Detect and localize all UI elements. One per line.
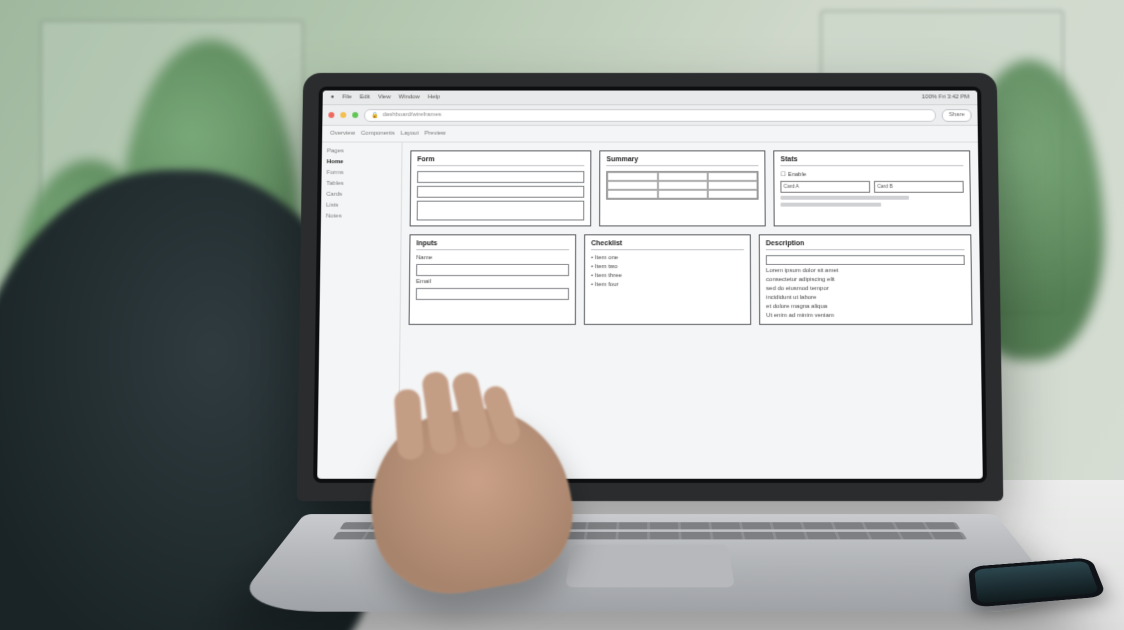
tab[interactable]: Layout	[401, 131, 419, 137]
wf-card-inputs[interactable]: Inputs Name Email	[409, 234, 577, 325]
sidebar-item[interactable]: Cards	[326, 192, 396, 198]
sidebar-item[interactable]: Tables	[326, 181, 396, 187]
tab[interactable]: Overview	[330, 131, 355, 137]
card-title: Description	[766, 240, 965, 250]
share-button[interactable]: Share	[942, 109, 972, 122]
card-title: Inputs	[416, 240, 569, 250]
trackpad	[565, 545, 735, 588]
card-title: Checklist	[591, 240, 744, 250]
maximize-icon[interactable]	[352, 112, 358, 118]
wf-listitem: • Item two	[591, 264, 744, 270]
wf-text: Ut enim ad minim veniam	[766, 313, 965, 319]
wf-input	[417, 186, 585, 198]
menu-item[interactable]: View	[378, 94, 391, 100]
wf-input	[416, 288, 569, 300]
wf-checkbox-row: ☐ Enable	[781, 171, 964, 178]
close-icon[interactable]	[328, 112, 334, 118]
wf-textarea	[417, 201, 585, 221]
wf-card-summary[interactable]: Summary	[599, 150, 766, 226]
wf-field	[766, 255, 965, 265]
lock-icon: 🔒	[371, 112, 379, 119]
card-title: Stats	[781, 156, 964, 166]
wf-card-form[interactable]: Form	[410, 150, 592, 226]
tab[interactable]: Preview	[425, 131, 446, 137]
url-text: dashboard/wireframes	[382, 112, 441, 118]
sidebar-item[interactable]: Notes	[326, 214, 396, 220]
card-title: Summary	[607, 156, 759, 166]
wf-text: Lorem ipsum dolor sit amet	[766, 268, 965, 274]
wf-text: et dolore magna aliqua	[766, 304, 965, 310]
tab[interactable]: Components	[361, 131, 395, 137]
sidebar-item[interactable]: Lists	[326, 203, 396, 209]
minimize-icon[interactable]	[340, 112, 346, 118]
sidebar-item[interactable]: Home	[327, 159, 397, 165]
wf-label: Email	[416, 279, 569, 285]
menu-item[interactable]: Window	[399, 94, 420, 100]
wf-card-stats[interactable]: Stats ☐ Enable Card A Card B	[774, 150, 972, 226]
wf-input	[417, 171, 585, 183]
os-menubar: ● File Edit View Window Help 100% Fri 3:…	[323, 91, 978, 106]
laptop-base	[228, 514, 1072, 612]
menu-item[interactable]: File	[342, 94, 352, 100]
wf-card-description[interactable]: Description Lorem ipsum dolor sit amet c…	[759, 234, 973, 325]
menubar-status: 100% Fri 3:42 PM	[922, 94, 970, 100]
wf-table	[606, 171, 758, 200]
wf-text: consectetur adipiscing elit	[766, 277, 965, 283]
browser-chrome: 🔒 dashboard/wireframes Share	[322, 105, 977, 126]
sidebar: Pages Home Forms Tables Cards Lists Note…	[317, 143, 402, 479]
wf-text: incididunt ut labore	[766, 295, 965, 301]
wf-label: Name	[416, 255, 569, 261]
photo-scene: ● File Edit View Window Help 100% Fri 3:…	[0, 0, 1124, 630]
app-toolbar: Overview Components Layout Preview	[322, 126, 978, 143]
wf-input	[416, 264, 569, 276]
apple-icon: ●	[331, 94, 335, 100]
wf-listitem: • Item one	[591, 255, 744, 261]
menu-item[interactable]: Edit	[360, 94, 370, 100]
wf-listitem: • Item three	[591, 273, 744, 279]
wf-minicard: Card A	[781, 181, 871, 193]
card-title: Form	[417, 156, 584, 166]
sidebar-heading: Pages	[327, 148, 397, 154]
sidebar-item[interactable]: Forms	[327, 170, 397, 176]
wf-listitem: • Item four	[591, 282, 744, 288]
menu-item[interactable]: Help	[428, 94, 440, 100]
wf-minicard: Card B	[874, 181, 964, 193]
wf-card-checklist[interactable]: Checklist • Item one • Item two • Item t…	[584, 234, 751, 325]
wf-text: sed do eiusmod tempor	[766, 286, 965, 292]
address-bar[interactable]: 🔒 dashboard/wireframes	[364, 109, 936, 122]
